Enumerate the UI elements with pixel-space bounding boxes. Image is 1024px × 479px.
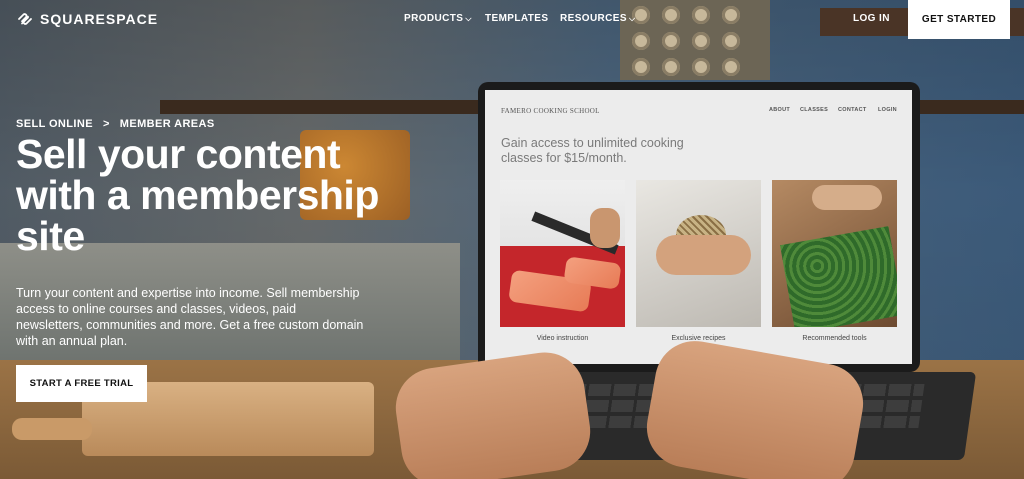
card-caption-recommended-tools: Recommended tools [802,335,867,342]
background-shelf [920,100,1024,114]
laptop-site-nav-about: ABOUT [769,107,791,113]
laptop-screen: FAMERO COOKING SCHOOL ABOUT CLASSES CONT… [485,90,912,364]
laptop-site-headline: Gain access to unlimited cooking classes… [501,136,684,165]
login-link[interactable]: LOG IN [853,13,890,24]
nav-templates-label: TEMPLATES [485,13,549,24]
hero-headline: Sell your content with a membership site [16,131,379,259]
nav-products[interactable]: PRODUCTS ⌵ [404,13,472,24]
card-recommended-tools-image [772,180,897,327]
nav-resources-label: RESOURCES [560,13,627,24]
breadcrumb-separator: > [102,118,110,130]
page: SQUARESPACE PRODUCTS ⌵ TEMPLATES RESOURCE… [0,0,1024,479]
nav-templates[interactable]: TEMPLATES [485,13,548,24]
get-started-button[interactable]: GET STARTED [908,0,1010,39]
brand-name: SQUARESPACE [40,11,159,27]
laptop-site-nav-login: LOGIN [878,107,897,113]
laptop-site-nav-classes: CLASSES [800,107,829,113]
cutting-board-handle [12,418,92,440]
breadcrumb-sell-online[interactable]: SELL ONLINE [16,118,93,130]
squarespace-logo-icon [18,13,32,25]
breadcrumb: SELL ONLINE > MEMBER AREAS [16,118,215,130]
nav-resources[interactable]: RESOURCES ⌵ [560,13,635,24]
chef-hand [812,185,882,210]
start-free-trial-button[interactable]: START A FREE TRIAL [16,365,147,402]
card-caption-video-instruction: Video instruction [536,335,589,342]
card-exclusive-recipes-image [636,180,761,327]
breadcrumb-member-areas[interactable]: MEMBER AREAS [120,118,215,130]
chevron-down-icon: ⌵ [465,14,472,23]
top-nav: SQUARESPACE PRODUCTS ⌵ TEMPLATES RESOURCE… [0,0,1024,40]
nav-products-label: PRODUCTS [404,13,464,24]
chef-hand [590,208,620,248]
hands-holding-pasta [656,235,751,275]
card-video-instruction-image [500,180,625,327]
brand-logo[interactable]: SQUARESPACE [16,10,158,28]
laptop-site-nav-contact: CONTACT [838,107,867,113]
chopped-herbs [780,226,897,327]
hero-subcopy: Turn your content and expertise into inc… [16,286,364,348]
laptop-site-brand: FAMERO COOKING SCHOOL [501,107,600,115]
chevron-down-icon: ⌵ [628,14,636,23]
